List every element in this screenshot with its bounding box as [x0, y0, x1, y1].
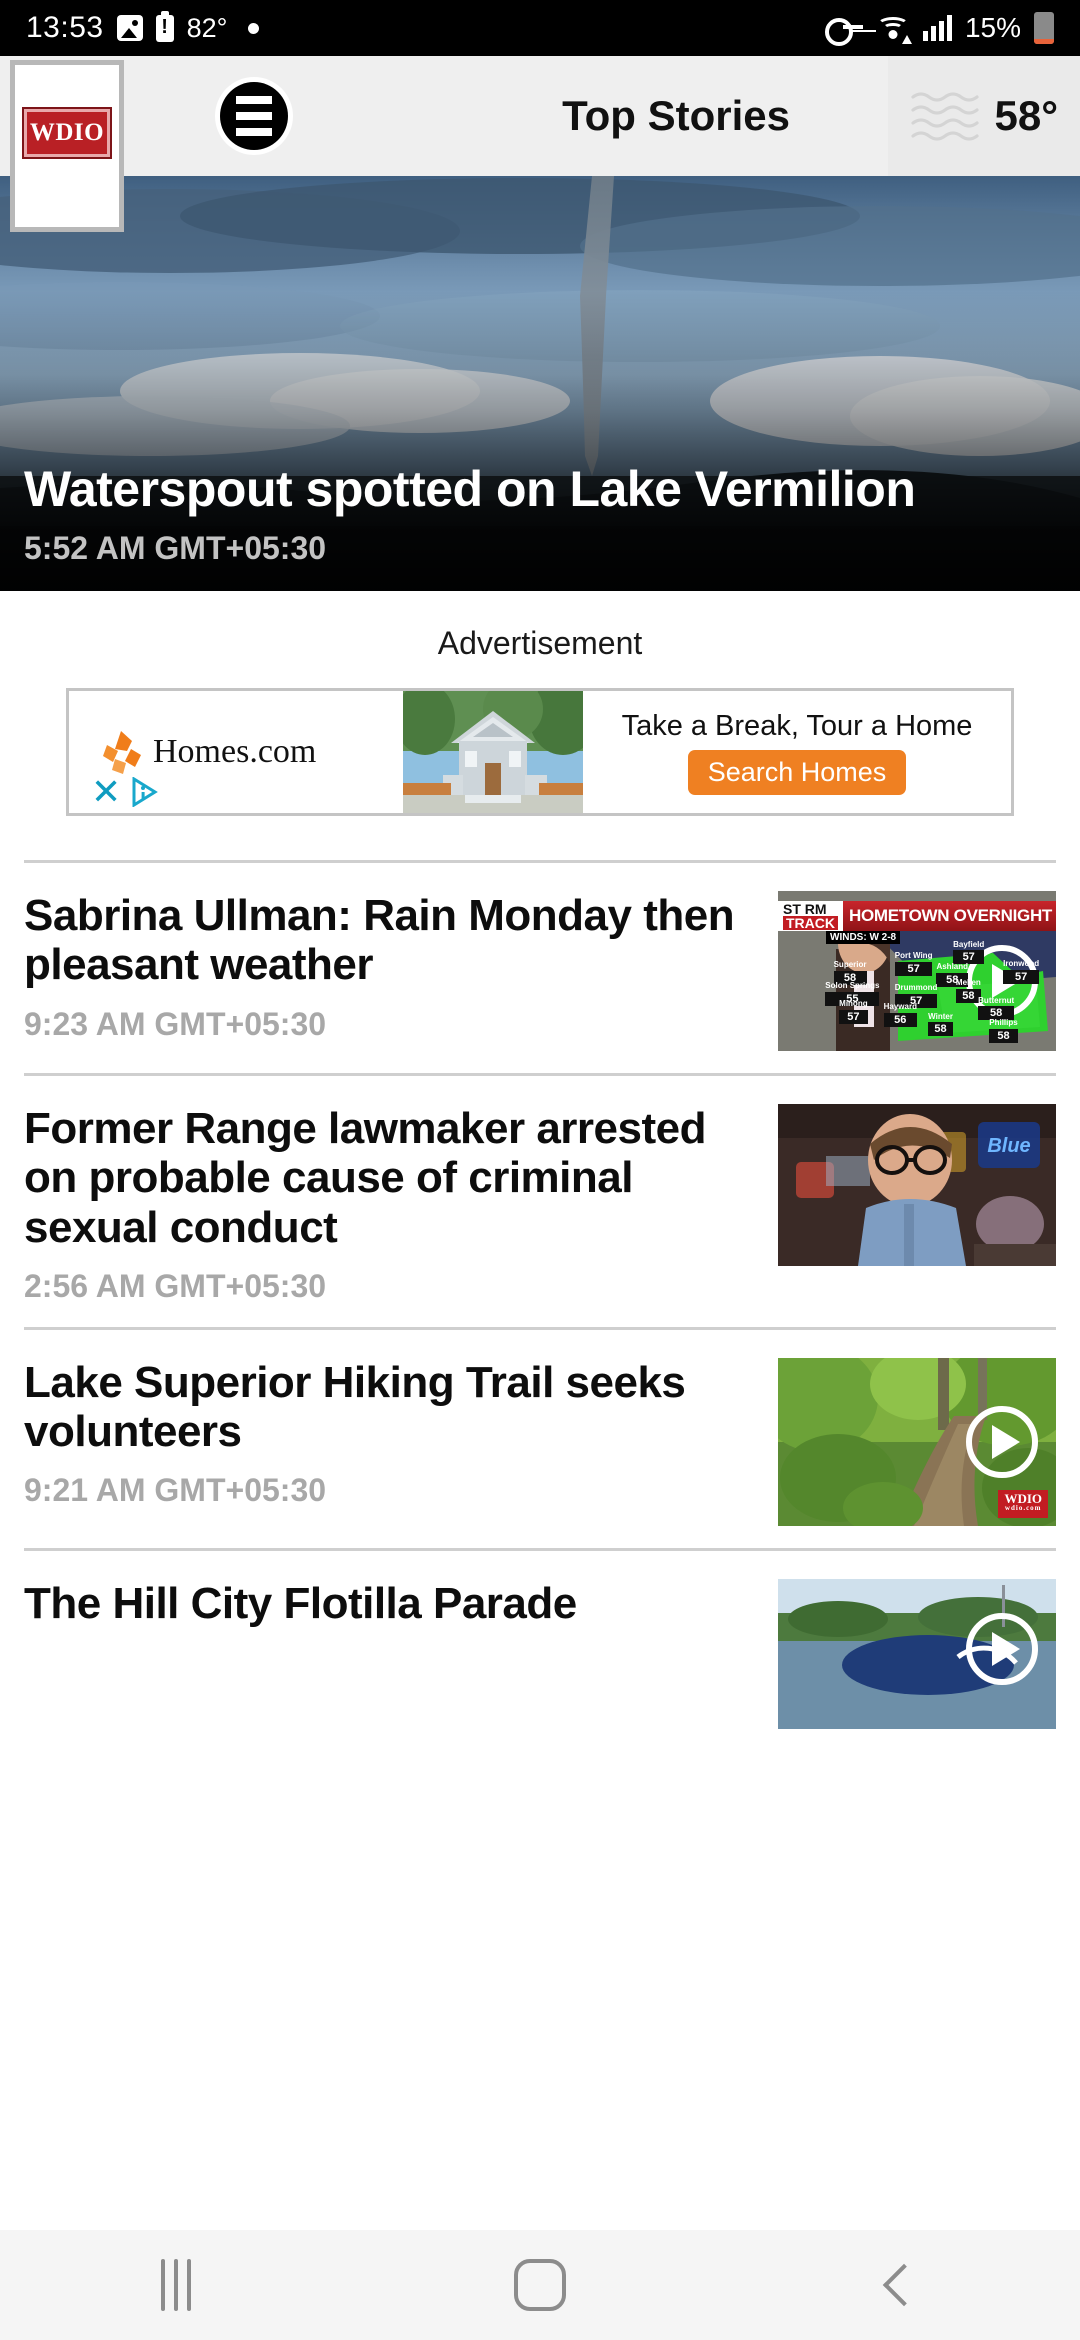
hero-headline: Waterspout spotted on Lake Vermilion: [24, 461, 916, 517]
storm-track-winds: WINDS: W 2-8: [826, 931, 901, 944]
wdio-logo[interactable]: WDIO: [10, 60, 124, 232]
hero-timestamp: 5:52 AM GMT+05:30: [24, 530, 327, 566]
hero-text-block: Waterspout spotted on Lake Vermilion 5:5…: [24, 462, 1056, 567]
story-text: Sabrina Ullman: Rain Monday then pleasan…: [24, 891, 754, 1043]
fog-icon: [910, 88, 988, 144]
close-icon[interactable]: ✕: [91, 774, 121, 810]
battery-alert-icon: [155, 14, 174, 42]
ad-house-image: [403, 691, 583, 813]
story-headline: Sabrina Ullman: Rain Monday then pleasan…: [24, 891, 735, 990]
weather-city-label: Winter 58: [928, 1011, 953, 1037]
recents-icon[interactable]: [161, 2259, 192, 2311]
weather-city-label: Bayfield 57: [953, 939, 985, 965]
wdio-watermark: WDIO wdio.com: [998, 1489, 1048, 1518]
story-text: The Hill City Flotilla Parade: [24, 1579, 754, 1628]
storm-track-logo-bottom: TRACK: [783, 916, 838, 930]
advertisement-section: Advertisement Homes.com ✕ Take a Break, …: [0, 591, 1080, 816]
wdio-logo-text: WDIO: [29, 119, 105, 146]
weather-city-label: Minong 57: [839, 998, 868, 1024]
storm-track-banner: ST RM TRACK HOMETOWN OVERNIGHT: [778, 901, 1056, 931]
advertisement-label: Advertisement: [437, 625, 643, 661]
story-thumbnail[interactable]: Blue: [778, 1104, 1056, 1266]
svg-text:Blue: Blue: [987, 1135, 1030, 1157]
weather-city-label: Ironwood 57: [1003, 958, 1040, 984]
ad-cta-area: Take a Break, Tour a Home Search Homes: [583, 691, 1011, 813]
story-headline: Former Range lawmaker arrested on probab…: [24, 1104, 706, 1252]
storm-track-title: HOMETOWN OVERNIGHT: [843, 901, 1056, 931]
ad-controls: ✕: [91, 774, 159, 810]
signal-icon: [922, 15, 952, 41]
homes-logo: Homes.com: [101, 729, 316, 775]
status-bar-clock: 13:53: [26, 11, 104, 44]
android-nav-bar: [0, 2230, 1080, 2340]
storm-track-logo-top: ST RM: [783, 901, 827, 917]
weather-city-label: Hayward 56: [883, 1002, 917, 1027]
story-list: Sabrina Ullman: Rain Monday then pleasan…: [0, 860, 1080, 1729]
list-item[interactable]: The Hill City Flotilla Parade: [24, 1551, 1056, 1729]
ad-headline: Take a Break, Tour a Home: [621, 709, 973, 742]
weather-city-label: Mellen 58: [955, 978, 981, 1003]
story-timestamp: 2:56 AM GMT+05:30: [24, 1267, 327, 1304]
story-thumbnail[interactable]: WDIO wdio.com: [778, 1357, 1056, 1526]
battery-percent-label: 15%: [964, 12, 1021, 43]
story-timestamp: 9:21 AM GMT+05:30: [24, 1472, 327, 1509]
play-icon[interactable]: [966, 1405, 1038, 1478]
search-homes-button[interactable]: Search Homes: [687, 749, 907, 795]
weather-city-label: Port Wing 57: [894, 950, 933, 976]
story-thumbnail[interactable]: [778, 1578, 1056, 1729]
dot-icon: [248, 22, 260, 34]
story-timestamp: 9:23 AM GMT+05:30: [24, 1005, 327, 1042]
story-headline: Lake Superior Hiking Trail seeks volunte…: [24, 1357, 686, 1457]
homes-mark-icon: [101, 729, 143, 775]
weather-city-label: Butternut 58: [978, 995, 1015, 1021]
story-text: Former Range lawmaker arrested on probab…: [24, 1104, 754, 1305]
wdio-logo-badge: WDIO: [24, 109, 110, 157]
list-item[interactable]: Former Range lawmaker arrested on probab…: [24, 1076, 1056, 1327]
story-headline: The Hill City Flotilla Parade: [24, 1578, 577, 1628]
back-icon[interactable]: [882, 2263, 925, 2307]
story-text: Lake Superior Hiking Trail seeks volunte…: [24, 1358, 754, 1510]
adchoices-icon[interactable]: [131, 776, 159, 808]
status-bar-temperature: 82°: [186, 12, 228, 43]
homes-brand-text: Homes.com: [153, 733, 317, 770]
play-icon[interactable]: [966, 1612, 1038, 1685]
weather-city-label: Phillips 58: [989, 1018, 1018, 1043]
wdio-watermark-sub: wdio.com: [1004, 1504, 1042, 1513]
app-header: WDIO Top Stories 58°: [0, 56, 1080, 232]
weather-temperature: 58°: [994, 92, 1058, 139]
storm-track-logo: ST RM TRACK: [778, 901, 843, 931]
home-icon[interactable]: [513, 2259, 566, 2311]
story-thumbnail[interactable]: ST RM TRACK HOMETOWN OVERNIGHT WINDS: W …: [778, 891, 1056, 1051]
weather-widget[interactable]: 58°: [888, 56, 1080, 176]
status-bar-right: 15%: [824, 12, 1054, 46]
photo-icon: [116, 15, 143, 41]
vpn-key-icon: [824, 17, 863, 46]
battery-icon: [1034, 12, 1054, 44]
wifi-icon: [876, 15, 912, 44]
ad-banner[interactable]: Homes.com ✕ Take a Break, Tour a Home Se…: [66, 688, 1014, 816]
list-item[interactable]: Lake Superior Hiking Trail seeks volunte…: [24, 1330, 1056, 1548]
status-bar: 13:53 82° 15%: [0, 0, 1080, 56]
list-item[interactable]: Sabrina Ullman: Rain Monday then pleasan…: [24, 863, 1056, 1073]
hero-story[interactable]: Waterspout spotted on Lake Vermilion 5:5…: [0, 176, 1080, 591]
ad-brand-area: Homes.com ✕: [69, 691, 403, 813]
status-bar-left: 13:53 82°: [26, 11, 260, 45]
